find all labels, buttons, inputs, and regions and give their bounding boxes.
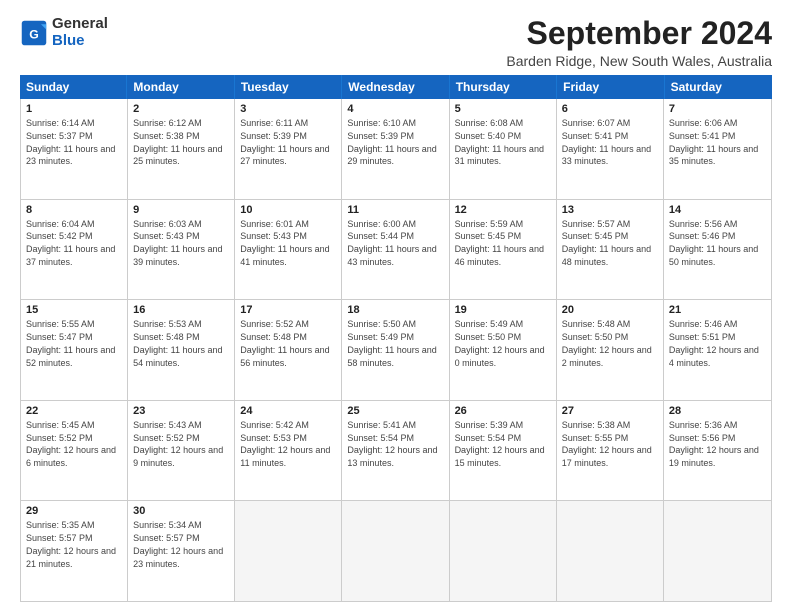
cell-5: 5 Sunrise: 6:08 AM Sunset: 5:40 PM Dayli…	[450, 99, 557, 199]
week-4: 22 Sunrise: 5:45 AM Sunset: 5:52 PM Dayl…	[21, 401, 771, 502]
cell-23: 23 Sunrise: 5:43 AM Sunset: 5:52 PM Dayl…	[128, 401, 235, 501]
week-1: 1 Sunrise: 6:14 AM Sunset: 5:37 PM Dayli…	[21, 99, 771, 200]
page-header: G General Blue September 2024 Barden Rid…	[20, 16, 772, 69]
cell-20: 20 Sunrise: 5:48 AM Sunset: 5:50 PM Dayl…	[557, 300, 664, 400]
location-title: Barden Ridge, New South Wales, Australia	[506, 53, 772, 69]
logo-icon: G	[20, 19, 48, 47]
svg-text:G: G	[29, 27, 39, 41]
cell-14: 14 Sunrise: 5:56 AM Sunset: 5:46 PM Dayl…	[664, 200, 771, 300]
cell-7: 7 Sunrise: 6:06 AM Sunset: 5:41 PM Dayli…	[664, 99, 771, 199]
day-1-num: 1	[26, 102, 122, 117]
cell-empty-3	[450, 501, 557, 601]
cell-22: 22 Sunrise: 5:45 AM Sunset: 5:52 PM Dayl…	[21, 401, 128, 501]
cell-13: 13 Sunrise: 5:57 AM Sunset: 5:45 PM Dayl…	[557, 200, 664, 300]
cell-empty-4	[557, 501, 664, 601]
logo: G General Blue	[20, 16, 108, 49]
logo-general: General	[52, 15, 108, 32]
calendar-header: Sunday Monday Tuesday Wednesday Thursday…	[20, 75, 772, 99]
cell-15: 15 Sunrise: 5:55 AM Sunset: 5:47 PM Dayl…	[21, 300, 128, 400]
header-friday: Friday	[557, 75, 664, 99]
cell-empty-5	[664, 501, 771, 601]
cell-empty-2	[342, 501, 449, 601]
cell-27: 27 Sunrise: 5:38 AM Sunset: 5:55 PM Dayl…	[557, 401, 664, 501]
logo-blue: Blue	[52, 32, 85, 49]
cell-25: 25 Sunrise: 5:41 AM Sunset: 5:54 PM Dayl…	[342, 401, 449, 501]
cell-16: 16 Sunrise: 5:53 AM Sunset: 5:48 PM Dayl…	[128, 300, 235, 400]
month-title: September 2024	[506, 16, 772, 51]
cell-12: 12 Sunrise: 5:59 AM Sunset: 5:45 PM Dayl…	[450, 200, 557, 300]
title-block: September 2024 Barden Ridge, New South W…	[506, 16, 772, 69]
calendar: Sunday Monday Tuesday Wednesday Thursday…	[20, 75, 772, 602]
cell-18: 18 Sunrise: 5:50 AM Sunset: 5:49 PM Dayl…	[342, 300, 449, 400]
cell-19: 19 Sunrise: 5:49 AM Sunset: 5:50 PM Dayl…	[450, 300, 557, 400]
cell-11: 11 Sunrise: 6:00 AM Sunset: 5:44 PM Dayl…	[342, 200, 449, 300]
week-2: 8 Sunrise: 6:04 AM Sunset: 5:42 PM Dayli…	[21, 200, 771, 301]
day-1-info: Sunrise: 6:14 AM Sunset: 5:37 PM Dayligh…	[26, 118, 115, 166]
cell-24: 24 Sunrise: 5:42 AM Sunset: 5:53 PM Dayl…	[235, 401, 342, 501]
header-sunday: Sunday	[20, 75, 127, 99]
cell-1: 1 Sunrise: 6:14 AM Sunset: 5:37 PM Dayli…	[21, 99, 128, 199]
week-3: 15 Sunrise: 5:55 AM Sunset: 5:47 PM Dayl…	[21, 300, 771, 401]
cell-6: 6 Sunrise: 6:07 AM Sunset: 5:41 PM Dayli…	[557, 99, 664, 199]
cell-21: 21 Sunrise: 5:46 AM Sunset: 5:51 PM Dayl…	[664, 300, 771, 400]
header-monday: Monday	[127, 75, 234, 99]
cell-29: 29 Sunrise: 5:35 AM Sunset: 5:57 PM Dayl…	[21, 501, 128, 601]
cell-2: 2 Sunrise: 6:12 AM Sunset: 5:38 PM Dayli…	[128, 99, 235, 199]
calendar-body: 1 Sunrise: 6:14 AM Sunset: 5:37 PM Dayli…	[20, 99, 772, 602]
header-saturday: Saturday	[665, 75, 772, 99]
cell-30: 30 Sunrise: 5:34 AM Sunset: 5:57 PM Dayl…	[128, 501, 235, 601]
cell-3: 3 Sunrise: 6:11 AM Sunset: 5:39 PM Dayli…	[235, 99, 342, 199]
week-5: 29 Sunrise: 5:35 AM Sunset: 5:57 PM Dayl…	[21, 501, 771, 601]
cell-9: 9 Sunrise: 6:03 AM Sunset: 5:43 PM Dayli…	[128, 200, 235, 300]
cell-8: 8 Sunrise: 6:04 AM Sunset: 5:42 PM Dayli…	[21, 200, 128, 300]
header-thursday: Thursday	[450, 75, 557, 99]
calendar-page: G General Blue September 2024 Barden Rid…	[0, 0, 792, 612]
cell-26: 26 Sunrise: 5:39 AM Sunset: 5:54 PM Dayl…	[450, 401, 557, 501]
cell-17: 17 Sunrise: 5:52 AM Sunset: 5:48 PM Dayl…	[235, 300, 342, 400]
cell-4: 4 Sunrise: 6:10 AM Sunset: 5:39 PM Dayli…	[342, 99, 449, 199]
header-tuesday: Tuesday	[235, 75, 342, 99]
header-wednesday: Wednesday	[342, 75, 449, 99]
cell-empty-1	[235, 501, 342, 601]
cell-10: 10 Sunrise: 6:01 AM Sunset: 5:43 PM Dayl…	[235, 200, 342, 300]
logo-text: General Blue	[52, 16, 108, 49]
cell-28: 28 Sunrise: 5:36 AM Sunset: 5:56 PM Dayl…	[664, 401, 771, 501]
